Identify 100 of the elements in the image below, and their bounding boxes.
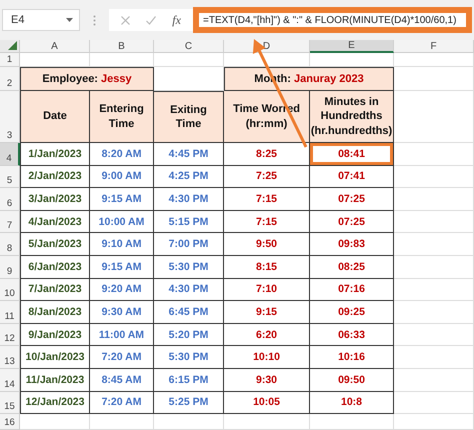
- row-header[interactable]: 16: [0, 414, 20, 430]
- empty-cell[interactable]: [394, 392, 474, 414]
- caret-icon: [66, 18, 73, 22]
- table-cell: 8:45 AM: [90, 368, 154, 392]
- table-cell: 11:00 AM: [90, 324, 154, 346]
- empty-cell[interactable]: [394, 346, 474, 369]
- row-header[interactable]: 14: [0, 368, 20, 392]
- cancel-icon[interactable]: [121, 16, 130, 24]
- table-cell: 7:00 PM: [154, 233, 224, 256]
- table-cell: 9:30 AM: [90, 301, 154, 324]
- table-cell: 7:15: [224, 188, 310, 211]
- table-cell: 8/Jan/2023: [20, 301, 90, 324]
- row-header[interactable]: 8: [0, 233, 20, 256]
- formula-field[interactable]: =TEXT(D4,"[hh]") & ":" & FLOOR(MINUTE(D4)*100/60,1): [193, 7, 472, 33]
- table-cell: 7:15: [224, 210, 310, 234]
- table-cell: Employee: Jessy: [20, 67, 154, 91]
- row-header[interactable]: 12: [0, 324, 20, 346]
- empty-cell[interactable]: [394, 301, 474, 324]
- empty-cell[interactable]: [394, 324, 474, 346]
- table-cell: 9:15: [224, 301, 310, 324]
- table-cell: 9:00 AM: [90, 166, 154, 188]
- empty-cell[interactable]: [394, 166, 474, 188]
- empty-cell[interactable]: [90, 414, 154, 430]
- column-header[interactable]: A: [20, 40, 90, 53]
- row-header[interactable]: 5: [0, 166, 20, 188]
- table-cell: 8:15: [224, 256, 310, 279]
- column-heading: Date: [20, 91, 90, 143]
- table-cell: 4:30 PM: [154, 188, 224, 211]
- check-icon[interactable]: [146, 16, 156, 24]
- table-cell: 9/Jan/2023: [20, 324, 90, 346]
- row-header[interactable]: 9: [0, 256, 20, 279]
- table-cell[interactable]: 07:41: [310, 166, 394, 188]
- table-cell: 4/Jan/2023: [20, 210, 90, 234]
- empty-cell[interactable]: [154, 53, 224, 67]
- table-cell: 5:30 PM: [154, 256, 224, 279]
- empty-cell[interactable]: [394, 278, 474, 302]
- table-cell[interactable]: 09:83: [310, 233, 394, 256]
- column-header[interactable]: C: [154, 40, 224, 53]
- column-heading: Minutes in Hundredths (hr.hundredths): [310, 91, 394, 143]
- row-header[interactable]: 6: [0, 188, 20, 211]
- table-cell: 10:00 AM: [90, 210, 154, 234]
- row-header[interactable]: 15: [0, 392, 20, 414]
- column-header[interactable]: F: [394, 40, 474, 53]
- table-cell: 2/Jan/2023: [20, 166, 90, 188]
- table-cell: 7:25: [224, 166, 310, 188]
- table-cell: 6:15 PM: [154, 368, 224, 392]
- table-cell[interactable]: 10:8: [310, 392, 394, 414]
- drag-handle-icon[interactable]: [93, 14, 96, 26]
- row-header[interactable]: 3: [0, 91, 20, 143]
- empty-cell[interactable]: [394, 188, 474, 211]
- table-cell: 7/Jan/2023: [20, 278, 90, 302]
- row-header[interactable]: 13: [0, 346, 20, 369]
- table-cell: 10:05: [224, 392, 310, 414]
- empty-cell[interactable]: [394, 368, 474, 392]
- row-header[interactable]: 7: [0, 210, 20, 234]
- column-header[interactable]: E: [310, 40, 394, 53]
- table-cell[interactable]: 10:16: [310, 346, 394, 369]
- row-header[interactable]: 2: [0, 67, 20, 91]
- row-header[interactable]: 4: [0, 143, 20, 166]
- empty-cell[interactable]: [310, 414, 394, 430]
- empty-cell[interactable]: [394, 210, 474, 234]
- table-cell: 9:10 AM: [90, 233, 154, 256]
- empty-cell[interactable]: [394, 53, 474, 67]
- empty-cell[interactable]: [394, 414, 474, 430]
- table-cell[interactable]: 07:16: [310, 278, 394, 302]
- table-cell[interactable]: 08:25: [310, 256, 394, 279]
- table-cell[interactable]: 07:25: [310, 210, 394, 234]
- table-cell: 5/Jan/2023: [20, 233, 90, 256]
- table-cell: 5:20 PM: [154, 324, 224, 346]
- table-cell: 4:30 PM: [154, 278, 224, 302]
- column-header[interactable]: B: [90, 40, 154, 53]
- table-cell: 6:45 PM: [154, 301, 224, 324]
- table-cell: 12/Jan/2023: [20, 392, 90, 414]
- name-box[interactable]: E4: [2, 9, 80, 31]
- empty-cell[interactable]: [394, 143, 474, 166]
- table-cell: 11/Jan/2023: [20, 368, 90, 392]
- table-cell[interactable]: 07:25: [310, 188, 394, 211]
- table-cell: 7:20 AM: [90, 392, 154, 414]
- table-cell: 3/Jan/2023: [20, 188, 90, 211]
- table-cell[interactable]: 09:50: [310, 368, 394, 392]
- table-cell[interactable]: 06:33: [310, 324, 394, 346]
- empty-cell[interactable]: [394, 256, 474, 279]
- table-cell: 7:10: [224, 278, 310, 302]
- table-cell: 9:15 AM: [90, 188, 154, 211]
- row-header[interactable]: 10: [0, 278, 20, 302]
- table-cell: 9:15 AM: [90, 256, 154, 279]
- row-header[interactable]: 11: [0, 301, 20, 324]
- table-cell: 6/Jan/2023: [20, 256, 90, 279]
- empty-cell[interactable]: [224, 414, 310, 430]
- table-cell[interactable]: 08:41: [310, 143, 394, 166]
- table-cell: 10:10: [224, 346, 310, 369]
- empty-cell[interactable]: [394, 233, 474, 256]
- insert-function-button[interactable]: fx: [172, 12, 181, 28]
- table-cell[interactable]: 09:25: [310, 301, 394, 324]
- table-cell: 8:20 AM: [90, 143, 154, 166]
- empty-cell[interactable]: [154, 414, 224, 430]
- table-cell: 9:50: [224, 233, 310, 256]
- column-heading: Exiting Time: [154, 91, 224, 143]
- table-cell: 9:30: [224, 368, 310, 392]
- row-header[interactable]: 1: [0, 53, 20, 67]
